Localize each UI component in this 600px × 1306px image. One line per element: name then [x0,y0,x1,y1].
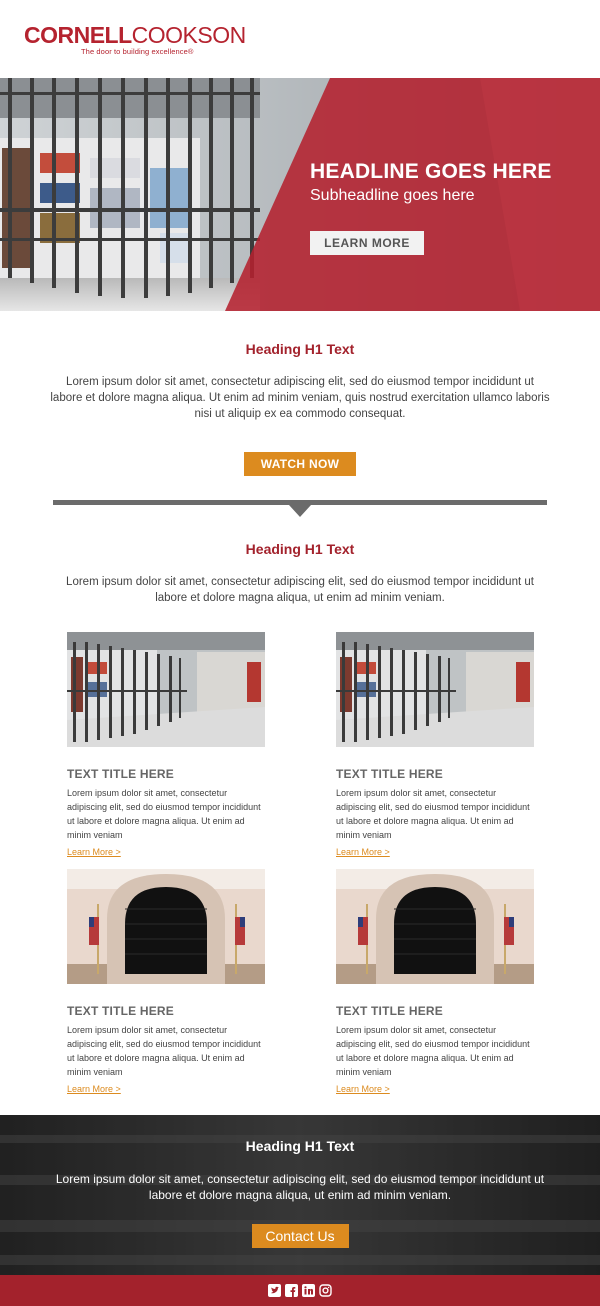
social-footer [0,1275,600,1306]
card-title: TEXT TITLE HERE [336,1004,444,1018]
card-title: TEXT TITLE HERE [336,767,444,781]
learn-more-link[interactable]: Learn More > [336,1084,390,1094]
product-image[interactable] [336,869,534,984]
card-title: TEXT TITLE HERE [67,1004,175,1018]
hero-headline: HEADLINE GOES HERE [310,160,552,183]
hero-subheadline: Subheadline goes here [310,187,475,204]
facebook-icon[interactable] [285,1284,298,1297]
products-heading: Heading H1 Text [245,541,355,557]
learn-more-link[interactable]: Learn More > [67,847,121,857]
contact-content: Heading H1 Text Lorem ipsum dolor sit am… [0,1115,600,1248]
card-text: Lorem ipsum dolor sit amet, consectetur … [67,1025,261,1077]
product-card: TEXT TITLE HERE Lorem ipsum dolor sit am… [67,869,267,1097]
logo[interactable]: CORNELLCOOKSON The door to building exce… [24,22,247,57]
card-text: Lorem ipsum dolor sit amet, consectetur … [336,1025,530,1077]
social-icons [268,1284,332,1297]
card-title: TEXT TITLE HERE [67,767,175,781]
linkedin-icon[interactable] [302,1284,315,1297]
contact-us-button[interactable]: Contact Us [251,1224,349,1248]
product-image[interactable] [67,869,265,984]
hero-text: HEADLINE GOES HERE Subheadline goes here [310,160,552,205]
product-image[interactable] [336,632,534,747]
products-section: Heading H1 Text Lorem ipsum dolor sit am… [0,541,600,606]
card-text: Lorem ipsum dolor sit amet, consectetur … [336,788,530,840]
products-body: Lorem ipsum dolor sit amet, consectetur … [66,576,534,604]
intro-section: Heading H1 Text Lorem ipsum dolor sit am… [0,341,600,476]
intro-heading: Heading H1 Text [245,341,355,357]
logo-bold: CORNELL [24,22,132,48]
divider-arrow-icon [289,505,311,517]
product-card: TEXT TITLE HERE Lorem ipsum dolor sit am… [336,632,536,860]
card-text: Lorem ipsum dolor sit amet, consectetur … [67,788,261,840]
intro-body: Lorem ipsum dolor sit amet, consectetur … [50,376,550,420]
twitter-icon[interactable] [268,1284,281,1297]
contact-body: Lorem ipsum dolor sit amet, consectetur … [55,1172,545,1202]
logo-wordmark: CORNELLCOOKSON [24,22,247,48]
logo-thin: COOKSON [131,22,247,48]
learn-more-link[interactable]: Learn More > [336,847,390,857]
learn-more-button[interactable]: LEARN MORE [310,231,424,255]
instagram-icon[interactable] [319,1284,332,1297]
product-card: TEXT TITLE HERE Lorem ipsum dolor sit am… [336,869,536,1097]
email-header: CORNELLCOOKSON The door to building exce… [0,0,600,78]
contact-band: Heading H1 Text Lorem ipsum dolor sit am… [0,1115,600,1275]
logo-tagline: The door to building excellence® [81,47,194,56]
product-image[interactable] [67,632,265,747]
hero-banner: HEADLINE GOES HERE Subheadline goes here… [0,78,600,311]
product-card: TEXT TITLE HERE Lorem ipsum dolor sit am… [67,632,267,860]
contact-heading: Heading H1 Text [245,1138,355,1154]
learn-more-link[interactable]: Learn More > [67,1084,121,1094]
watch-now-button[interactable]: WATCH NOW [244,452,356,476]
